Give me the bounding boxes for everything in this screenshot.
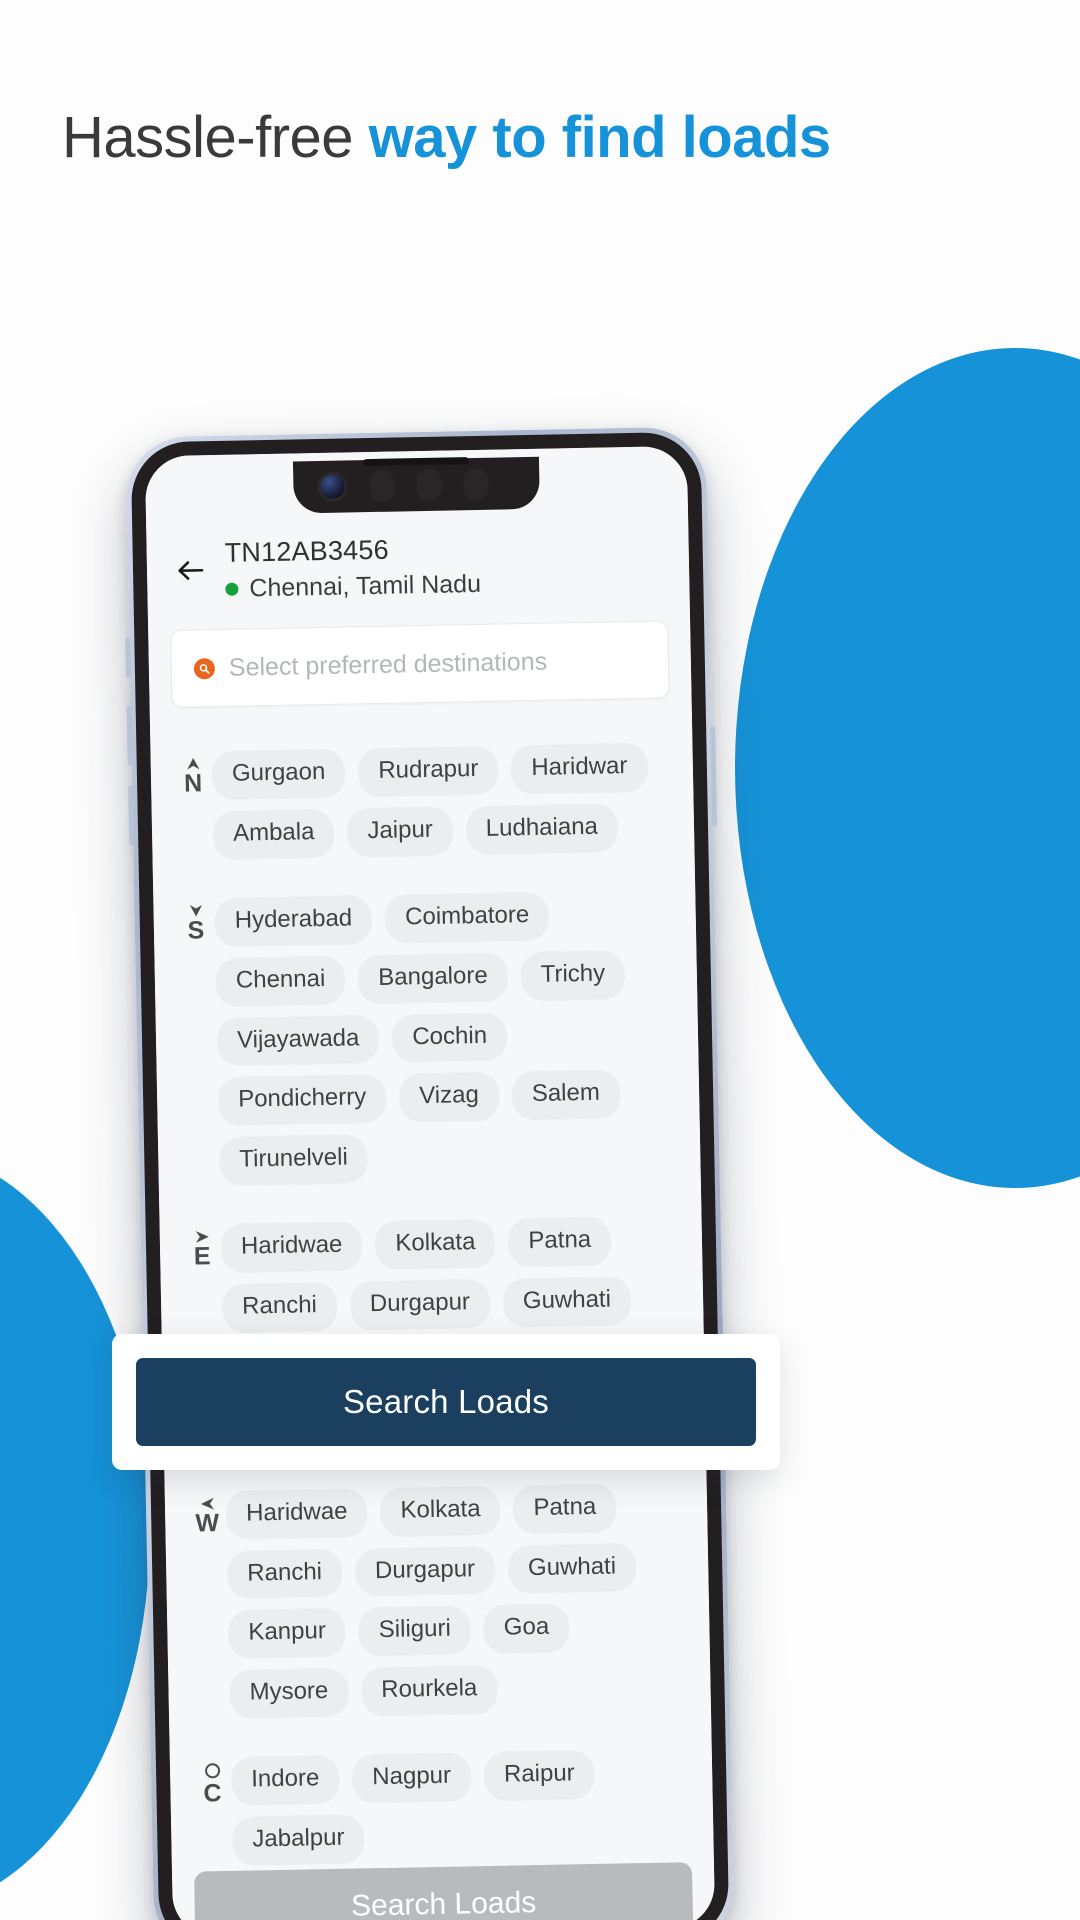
destination-chip[interactable]: Guwhati: [502, 1276, 632, 1328]
destination-chip[interactable]: Durgapur: [354, 1545, 496, 1597]
direction-letter-west: W: [195, 1508, 220, 1538]
power-button: [710, 726, 718, 827]
bottom-search-button[interactable]: Search Loads: [194, 1862, 694, 1920]
direction-badge-east: E: [180, 1222, 225, 1271]
destination-chip[interactable]: Jaipur: [346, 806, 454, 858]
vehicle-info: TN12AB3456 Chennai, Tamil Nadu: [224, 528, 663, 603]
destination-chip[interactable]: Ludhaiana: [465, 803, 619, 855]
phone-notch: [292, 456, 540, 514]
destination-chip[interactable]: Patna: [507, 1216, 612, 1268]
destination-chip[interactable]: Ambala: [212, 808, 335, 860]
destination-chip[interactable]: Chennai: [215, 955, 346, 1007]
destination-chip[interactable]: Patna: [513, 1483, 617, 1534]
vehicle-number: TN12AB3456: [224, 534, 390, 568]
volume-up-button: [126, 705, 133, 766]
phone-mockup: TN12AB3456 Chennai, Tamil Nadu Select pr…: [125, 426, 735, 1920]
destination-chip[interactable]: Hyderabad: [214, 894, 373, 947]
direction-letter-south: S: [187, 916, 205, 945]
ir-emitter-sensor: [463, 467, 489, 501]
mute-switch: [125, 637, 132, 678]
page-title: Hassle-free way to find loads: [62, 100, 842, 177]
destination-chip[interactable]: Cochin: [391, 1011, 508, 1064]
current-location-row: Chennai, Tamil Nadu: [225, 566, 663, 603]
direction-letter-north: N: [183, 769, 203, 798]
circle-dot-icon: [204, 1763, 220, 1779]
direction-group-west: W Haridwae Kolkata Patna Ranchi Durgapur…: [185, 1480, 691, 1720]
destination-chip[interactable]: Goa: [483, 1603, 570, 1655]
destination-chip[interactable]: Vizag: [398, 1072, 500, 1123]
destination-chip[interactable]: Kolkata: [374, 1218, 496, 1271]
destination-chip[interactable]: Siliguri: [358, 1605, 472, 1657]
direction-badge-south: S: [173, 896, 218, 944]
direction-group-north: N Gurgaon Rudrapur Haridwar Ambala Jaipu…: [170, 740, 674, 860]
destination-chip[interactable]: Rudrapur: [357, 745, 499, 798]
status-dot-icon: [225, 582, 239, 596]
destination-chip[interactable]: Tirunelveli: [218, 1134, 369, 1187]
search-loads-card: Search Loads: [112, 1334, 780, 1470]
location-pin-icon: [193, 657, 216, 679]
destination-placeholder: Select preferred destinations: [228, 647, 548, 682]
promo-screenshot: Hassle-free way to find loads TN12AB3456…: [0, 0, 1080, 1920]
chip-list-central: Indore Nagpur Raipur Jabalpur: [230, 1746, 694, 1866]
direction-letter-east: E: [193, 1242, 211, 1271]
headline-accent: way to find loads: [368, 105, 832, 170]
arrow-left-icon: [199, 1497, 214, 1510]
direction-group-south: S Hyderabad Coimbatore Chennai Bangalore…: [173, 887, 680, 1187]
proximity-sensor: [369, 469, 395, 503]
destination-chip[interactable]: Kanpur: [227, 1608, 347, 1660]
headline-plain: Hassle-free: [62, 105, 369, 170]
destination-chip[interactable]: Haridwae: [220, 1221, 363, 1274]
direction-badge-central: C: [190, 1755, 235, 1808]
destination-chip[interactable]: Pondicherry: [217, 1074, 387, 1127]
destination-chip[interactable]: Ranchi: [226, 1548, 343, 1600]
destination-chip[interactable]: Kolkata: [380, 1485, 502, 1537]
decorative-blob-left: [0, 1150, 150, 1910]
app-viewport: TN12AB3456 Chennai, Tamil Nadu Select pr…: [144, 445, 716, 1920]
destination-chip[interactable]: Coimbatore: [384, 891, 550, 944]
destination-chip[interactable]: Nagpur: [351, 1752, 472, 1804]
destination-chip[interactable]: Raipur: [483, 1750, 596, 1802]
chip-list-south: Hyderabad Coimbatore Chennai Bangalore T…: [214, 887, 680, 1187]
ambient-light-sensor: [416, 468, 442, 502]
destination-chip[interactable]: Gurgaon: [211, 748, 346, 800]
destination-chip[interactable]: Bangalore: [357, 952, 509, 1004]
direction-letter-central: C: [203, 1779, 222, 1808]
app-header: TN12AB3456 Chennai, Tamil Nadu: [146, 510, 690, 619]
chip-list-west: Haridwae Kolkata Patna Ranchi Durgapur G…: [225, 1480, 691, 1720]
destination-chip[interactable]: Durgapur: [349, 1278, 491, 1331]
destination-chip[interactable]: Haridwar: [510, 742, 648, 795]
search-loads-button[interactable]: Search Loads: [136, 1358, 756, 1446]
destination-chip[interactable]: Ranchi: [221, 1281, 338, 1333]
chip-list-north: Gurgaon Rudrapur Haridwar Ambala Jaipur …: [211, 740, 674, 860]
destination-chip[interactable]: Jabalpur: [231, 1814, 365, 1866]
destination-chip[interactable]: Haridwae: [225, 1487, 368, 1540]
destination-chip[interactable]: Indore: [230, 1754, 340, 1806]
current-location-label: Chennai, Tamil Nadu: [249, 569, 482, 603]
direction-badge-north: N: [170, 749, 215, 798]
destination-chip[interactable]: Trichy: [520, 949, 626, 1001]
direction-group-central: C Indore Nagpur Raipur Jabalpur: [190, 1746, 694, 1866]
destination-input[interactable]: Select preferred destinations: [170, 620, 670, 708]
volume-down-button: [128, 785, 135, 846]
destination-chip[interactable]: Rourkela: [360, 1665, 498, 1717]
destination-chip[interactable]: Vijayawada: [216, 1014, 380, 1067]
direction-groups: N Gurgaon Rudrapur Haridwar Ambala Jaipu…: [150, 718, 715, 1920]
destination-chip[interactable]: Mysore: [229, 1667, 349, 1720]
front-camera-icon: [317, 471, 348, 503]
earpiece-speaker: [362, 457, 470, 467]
decorative-blob-right: [735, 348, 1080, 1188]
phone-screen: TN12AB3456 Chennai, Tamil Nadu Select pr…: [144, 445, 716, 1920]
destination-chip[interactable]: Salem: [511, 1069, 621, 1121]
direction-badge-west: W: [185, 1489, 230, 1537]
destination-chip[interactable]: Guwhati: [507, 1542, 637, 1594]
phone-frame: TN12AB3456 Chennai, Tamil Nadu Select pr…: [125, 426, 735, 1920]
back-arrow-icon[interactable]: [173, 553, 208, 588]
